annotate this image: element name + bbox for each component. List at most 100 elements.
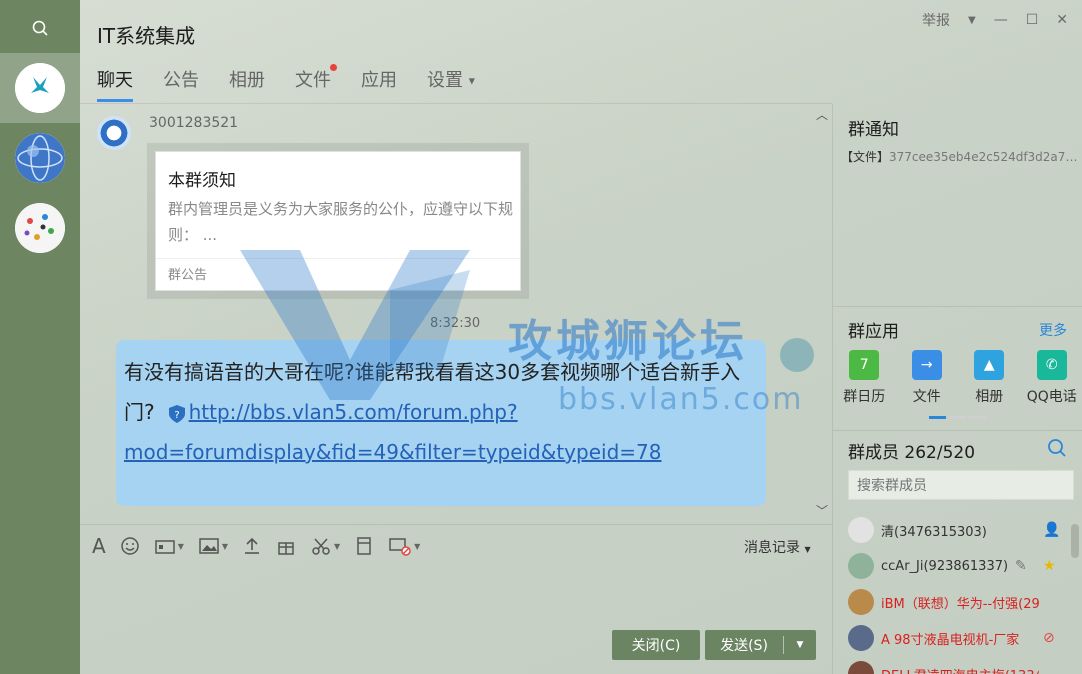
member-avatar [848, 589, 874, 615]
rail-group-globe[interactable] [0, 123, 80, 193]
tab-chat[interactable]: 聊天 [97, 66, 133, 102]
member-row[interactable]: ccAr_Ji(923861337) ✎ ★ [833, 548, 1071, 584]
unread-dot [330, 64, 337, 71]
divider [156, 258, 520, 259]
sender-avatar[interactable] [97, 116, 131, 150]
picture-icon: ▲ [974, 350, 1005, 380]
file-prefix: 【文件】 [841, 150, 890, 164]
left-rail [0, 0, 80, 674]
sender-id[interactable]: 3001283521 [149, 115, 238, 131]
red-packet-button[interactable] [354, 536, 374, 556]
app-label: 相册 [975, 389, 1004, 405]
member-row[interactable]: DELL君凌四海电主梅(133436 [833, 656, 1071, 674]
screenshot-button[interactable]: ▼ [310, 536, 340, 556]
scroll-up-icon[interactable]: ︿ [816, 106, 828, 123]
upload-button[interactable] [242, 536, 262, 556]
send-label: 发送(S) [720, 638, 768, 654]
member-list-scrollbar[interactable] [1071, 524, 1079, 558]
tab-settings[interactable]: 设置 ▼ [427, 66, 475, 102]
gift-icon [278, 542, 294, 555]
tab-album[interactable]: 相册 [229, 66, 265, 102]
rail-group-it[interactable] [0, 53, 80, 123]
notice-body: 群内管理员是义务为大家服务的公仆，应遵守以下规则： ... [168, 200, 514, 244]
message-history-button[interactable]: 消息记录 ▼ [744, 537, 811, 557]
more-tools-button[interactable]: ▼ [388, 536, 420, 556]
rail-group-network[interactable] [0, 193, 80, 263]
font-button[interactable]: A [92, 534, 106, 558]
member-avatar [848, 553, 874, 579]
chevron-down-icon: ▼ [177, 541, 184, 551]
image-button[interactable]: ▼ [198, 536, 228, 556]
send-button[interactable]: 发送(S) ▼ [705, 630, 816, 660]
group-notice-title: 群通知 [848, 120, 899, 140]
tab-apps[interactable]: 应用 [361, 66, 397, 102]
watermark-brand: 攻城狮论坛 [508, 316, 748, 367]
member-avatar [848, 517, 874, 543]
edit-icon[interactable]: ✎ [1015, 558, 1027, 574]
network-avatar [15, 203, 65, 253]
send-options-chevron-icon[interactable]: ▼ [784, 640, 816, 650]
tab-files[interactable]: 文件 [295, 64, 337, 102]
rail-search-button[interactable] [0, 0, 80, 56]
member-name: DELL君凌四海电主梅(133436 [881, 665, 1039, 674]
app-qq-call[interactable]: ✆ QQ电话 [1021, 350, 1082, 406]
emoji-icon [120, 537, 139, 555]
member-avatar [848, 661, 874, 674]
blocked-icon: ⊘ [1043, 630, 1055, 646]
close-button[interactable]: 关闭(C) [612, 630, 700, 660]
divider [833, 430, 1082, 431]
pager-dot[interactable] [929, 416, 946, 419]
member-row[interactable]: A 98寸液晶电视机-厂家 ⊘ [833, 620, 1071, 656]
chevron-down-icon: ▼ [804, 545, 811, 554]
member-avatar [848, 625, 874, 651]
scissors-icon [312, 538, 330, 555]
file-name: 377cee35eb4e2c524df3d2a71... [889, 150, 1081, 164]
chat-window: IT系统集成 举报 ▼ — ☐ ✕ 聊天 公告 相册 文件 应用 设置 ▼ 30… [80, 0, 1082, 674]
gif-button[interactable]: ▼ [154, 536, 184, 556]
app-label: QQ电话 [1026, 389, 1077, 405]
search-icon [32, 20, 48, 36]
search-icon[interactable] [1047, 438, 1067, 458]
notice-file[interactable]: 【文件】377cee35eb4e2c524df3d2a71... [841, 148, 1081, 165]
tab-bar: 聊天 公告 相册 文件 应用 设置 ▼ [97, 64, 475, 102]
font-icon: A [92, 534, 106, 558]
my-avatar[interactable] [780, 338, 814, 372]
phone-icon: ✆ [1036, 350, 1067, 380]
members-title: 群成员 262/520 [848, 443, 976, 463]
group-notice-card[interactable]: 本群须知 群内管理员是义务为大家服务的公仆，应遵守以下规则： ... 群公告 [155, 151, 521, 291]
member-row[interactable]: iBM（联想）华为--付强(2908 [833, 584, 1071, 620]
gift-button[interactable] [276, 536, 296, 556]
scroll-down-icon[interactable]: ﹀ [816, 502, 828, 519]
emoji-button[interactable] [120, 536, 140, 556]
window-controls: 举报 ▼ — ☐ ✕ [922, 10, 1068, 30]
app-calendar[interactable]: 7 群日历 [833, 350, 896, 406]
upload-icon [245, 537, 259, 554]
app-label: 群日历 [843, 389, 886, 405]
pager-dot[interactable] [969, 416, 986, 419]
group-title: IT系统集成 [97, 24, 196, 48]
member-search-input[interactable] [848, 470, 1074, 500]
divider [833, 306, 1082, 307]
chevron-down-icon: ▼ [414, 541, 421, 551]
input-toolbar: A ▼ ▼ ▼ ▼ [92, 534, 420, 558]
app-pager[interactable] [929, 416, 986, 419]
chevron-down-icon: ▼ [221, 541, 228, 551]
chevron-down-icon[interactable]: ▼ [968, 15, 976, 26]
maximize-icon[interactable]: ☐ [1026, 12, 1039, 28]
member-name: iBM（联想）华为--付强(2908 [881, 596, 1039, 612]
app-files[interactable]: → 文件 [896, 350, 959, 406]
member-name: A 98寸液晶电视机-厂家 [881, 632, 1020, 648]
shield-icon: ? [168, 404, 185, 423]
notice-title: 本群须知 [168, 171, 236, 191]
close-icon[interactable]: ✕ [1056, 12, 1068, 28]
tab-announcement[interactable]: 公告 [163, 66, 199, 102]
notice-footer: 群公告 [168, 268, 208, 283]
minimize-icon[interactable]: — [994, 12, 1008, 28]
report-button[interactable]: 举报 [922, 10, 950, 30]
more-apps-link[interactable]: 更多 [1039, 320, 1067, 340]
member-row[interactable]: 清(3476315303) 👤 [833, 512, 1071, 548]
app-album[interactable]: ▲ 相册 [958, 350, 1021, 406]
pager-dot[interactable] [949, 416, 966, 419]
member-name: 清(3476315303) [881, 524, 987, 540]
group-apps-title: 群应用 [848, 322, 899, 342]
